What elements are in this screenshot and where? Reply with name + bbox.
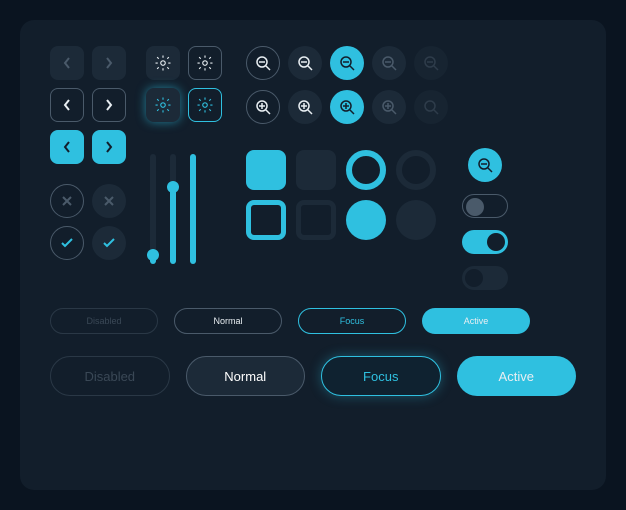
toggle-switch[interactable] bbox=[462, 194, 508, 218]
search-button[interactable] bbox=[414, 90, 448, 124]
slider[interactable] bbox=[190, 154, 196, 264]
focus-button[interactable]: Focus bbox=[321, 356, 441, 396]
button-label: Active bbox=[464, 316, 489, 326]
settings-sliders-group bbox=[146, 46, 222, 290]
vertical-sliders bbox=[150, 144, 222, 264]
square-swatch bbox=[296, 150, 336, 190]
normal-button[interactable]: Normal bbox=[174, 308, 282, 334]
zoom-in-icon bbox=[339, 99, 355, 115]
zoom-in-icon bbox=[297, 99, 313, 115]
gear-icon bbox=[196, 96, 214, 114]
settings-button[interactable] bbox=[146, 46, 180, 80]
close-icon bbox=[61, 195, 73, 207]
circle-swatch bbox=[346, 200, 386, 240]
zoom-out-icon bbox=[381, 55, 397, 71]
chevron-left-icon bbox=[62, 98, 72, 112]
settings-button[interactable] bbox=[146, 88, 180, 122]
zoom-out-button[interactable] bbox=[372, 46, 406, 80]
toggle-switch[interactable] bbox=[462, 266, 508, 290]
gear-icon bbox=[154, 96, 172, 114]
check-button[interactable] bbox=[92, 226, 126, 260]
check-button[interactable] bbox=[50, 226, 84, 260]
search-icon bbox=[477, 157, 493, 173]
normal-button[interactable]: Normal bbox=[186, 356, 306, 396]
close-button[interactable] bbox=[50, 184, 84, 218]
button-states-large: Disabled Normal Focus Active bbox=[50, 356, 576, 396]
zoom-buttons-group bbox=[246, 46, 448, 290]
close-button[interactable] bbox=[92, 184, 126, 218]
button-label: Focus bbox=[363, 369, 398, 384]
chevron-right-icon bbox=[104, 140, 114, 154]
zoom-out-button[interactable] bbox=[330, 46, 364, 80]
button-label: Active bbox=[499, 369, 534, 384]
ring-swatch bbox=[396, 150, 436, 190]
check-icon bbox=[102, 237, 116, 249]
active-button[interactable]: Active bbox=[457, 356, 577, 396]
zoom-out-icon bbox=[297, 55, 313, 71]
zoom-out-button[interactable] bbox=[246, 46, 280, 80]
circle-swatch bbox=[396, 200, 436, 240]
zoom-out-button[interactable] bbox=[414, 46, 448, 80]
zoom-in-icon bbox=[381, 99, 397, 115]
disabled-button: Disabled bbox=[50, 356, 170, 396]
ring-swatch bbox=[346, 150, 386, 190]
ui-kit-panel: Disabled Normal Focus Active Disabled No… bbox=[20, 20, 606, 490]
zoom-in-icon bbox=[255, 99, 271, 115]
nav-left-button[interactable] bbox=[50, 130, 84, 164]
button-states-small: Disabled Normal Focus Active bbox=[50, 308, 576, 334]
button-label: Normal bbox=[224, 369, 266, 384]
chevron-right-icon bbox=[104, 56, 114, 70]
button-label: Focus bbox=[340, 316, 365, 326]
chevron-right-icon bbox=[104, 98, 114, 112]
nav-right-button[interactable] bbox=[92, 130, 126, 164]
button-label: Disabled bbox=[86, 316, 121, 326]
nav-left-button[interactable] bbox=[50, 46, 84, 80]
button-label: Disabled bbox=[84, 369, 135, 384]
button-label: Normal bbox=[213, 316, 242, 326]
nav-buttons-group bbox=[50, 46, 126, 290]
square-swatch bbox=[246, 150, 286, 190]
zoom-in-button[interactable] bbox=[288, 90, 322, 124]
slider[interactable] bbox=[170, 154, 176, 264]
chevron-left-icon bbox=[62, 140, 72, 154]
search-button[interactable] bbox=[468, 148, 502, 182]
active-button[interactable]: Active bbox=[422, 308, 530, 334]
search-icon bbox=[423, 99, 439, 115]
nav-right-button[interactable] bbox=[92, 88, 126, 122]
zoom-in-button[interactable] bbox=[372, 90, 406, 124]
gear-icon bbox=[154, 54, 172, 72]
zoom-out-icon bbox=[423, 55, 439, 71]
close-icon bbox=[103, 195, 115, 207]
focus-button[interactable]: Focus bbox=[298, 308, 406, 334]
nav-left-button[interactable] bbox=[50, 88, 84, 122]
square-outline-swatch bbox=[246, 200, 286, 240]
chevron-left-icon bbox=[62, 56, 72, 70]
check-icon bbox=[60, 237, 74, 249]
toggle-switch[interactable] bbox=[462, 230, 508, 254]
zoom-out-icon bbox=[339, 55, 355, 71]
square-outline-swatch bbox=[296, 200, 336, 240]
zoom-in-button[interactable] bbox=[246, 90, 280, 124]
slider[interactable] bbox=[150, 154, 156, 264]
settings-button[interactable] bbox=[188, 46, 222, 80]
gear-icon bbox=[196, 54, 214, 72]
zoom-out-icon bbox=[255, 55, 271, 71]
disabled-button: Disabled bbox=[50, 308, 158, 334]
zoom-out-button[interactable] bbox=[288, 46, 322, 80]
nav-right-button[interactable] bbox=[92, 46, 126, 80]
settings-button[interactable] bbox=[188, 88, 222, 122]
zoom-in-button[interactable] bbox=[330, 90, 364, 124]
